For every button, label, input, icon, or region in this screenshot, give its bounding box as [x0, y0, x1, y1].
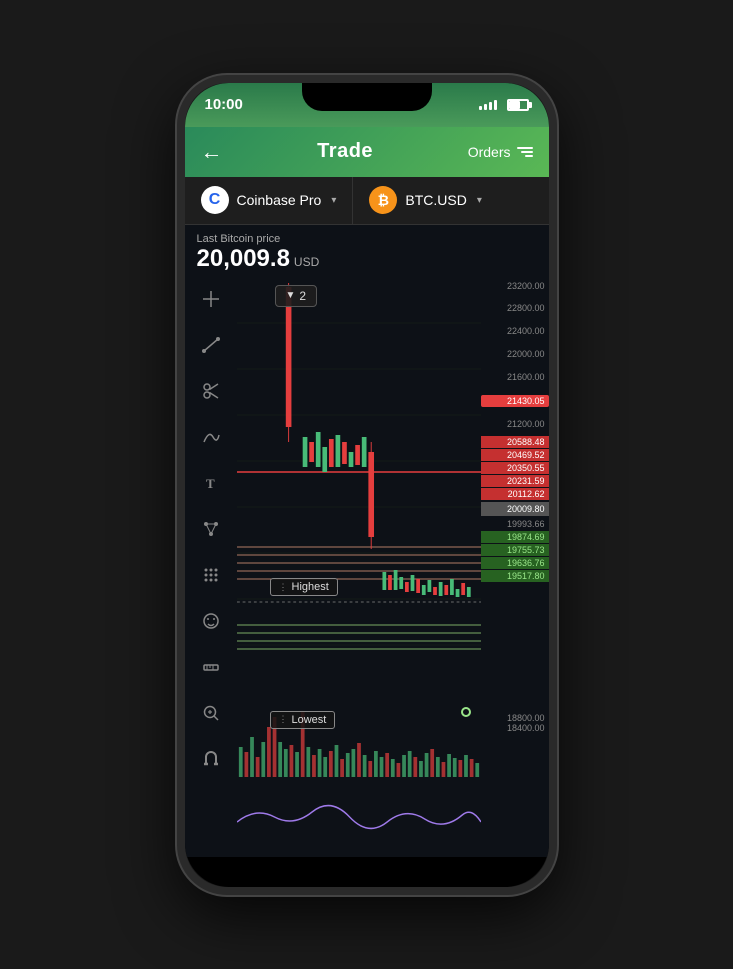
level-current: 20009.80 — [481, 502, 549, 516]
scissors-tool[interactable] — [197, 377, 225, 405]
highest-dots: ⋮ — [279, 582, 288, 593]
level-green-1: 19874.69 — [481, 531, 549, 543]
scale-22000: 22000.00 — [481, 349, 549, 359]
status-bar: 10:00 — [185, 83, 549, 127]
signal-bars — [479, 100, 497, 110]
oscillator-chart — [237, 787, 481, 857]
scale-21600: 21600.00 — [481, 372, 549, 382]
level-red-1: 20588.48 — [481, 436, 549, 448]
grid-tool[interactable] — [197, 561, 225, 589]
back-button[interactable]: ← — [201, 139, 223, 165]
exchange-name: Coinbase Pro — [237, 192, 322, 208]
page-title: Trade — [317, 140, 373, 163]
level-green-3: 19636.76 — [481, 557, 549, 569]
level-red-4: 20231.59 — [481, 475, 549, 487]
scale-21430: 21430.05 — [481, 395, 549, 407]
price-number: 20,009.8 — [197, 245, 290, 273]
orders-button[interactable]: Orders — [468, 144, 533, 160]
lowest-circle-marker — [461, 707, 471, 717]
magnet-tool[interactable] — [197, 745, 225, 773]
left-toolbar: T — [185, 277, 237, 781]
lowest-text: Lowest — [292, 714, 327, 726]
price-info: Last Bitcoin price 20,009.8 USD — [185, 225, 549, 277]
text-tool[interactable]: T — [197, 469, 225, 497]
signal-bar-2 — [484, 104, 487, 110]
phone-inner: 10:00 ← Trade Orders — [185, 83, 549, 887]
price-scale: 23200.00 22800.00 22400.00 22000.00 2160… — [481, 277, 549, 737]
level-red-2: 20469.52 — [481, 449, 549, 461]
scale-18400: 18400.00 — [481, 723, 549, 733]
exchange-bar: C Coinbase Pro ▾ ₿ BTC.USD ▾ — [185, 177, 549, 225]
zoom-tool[interactable] — [197, 699, 225, 727]
chart-svg — [237, 277, 481, 737]
indicator-chevron: ▼ — [286, 290, 296, 301]
main-content: Last Bitcoin price 20,009.8 USD — [185, 225, 549, 857]
battery-fill — [509, 101, 521, 109]
exchange-selector[interactable]: C Coinbase Pro ▾ — [185, 177, 354, 224]
highest-label[interactable]: ⋮ Highest — [270, 578, 338, 596]
price-currency: USD — [294, 255, 319, 269]
price-value: 20,009.8 USD — [197, 245, 537, 273]
header: ← Trade Orders — [185, 127, 549, 177]
exchange-dropdown-arrow: ▾ — [331, 195, 336, 206]
level-grey-1: 19993.66 — [481, 518, 549, 530]
line-tool[interactable] — [197, 331, 225, 359]
scale-21200: 21200.00 — [481, 419, 549, 429]
level-green-4: 19517.80 — [481, 570, 549, 582]
level-green-2: 19755.73 — [481, 544, 549, 556]
orders-label: Orders — [468, 144, 511, 160]
scale-23200: 23200.00 — [481, 281, 549, 291]
emoji-tool[interactable] — [197, 607, 225, 635]
coinbase-logo: C — [201, 186, 229, 214]
indicator-value: 2 — [299, 289, 306, 303]
scale-18800: 18800.00 — [481, 713, 549, 723]
notch — [302, 83, 432, 111]
node-tool[interactable] — [197, 515, 225, 543]
phone-frame: 10:00 ← Trade Orders — [177, 75, 557, 895]
highest-text: Highest — [292, 581, 329, 593]
signal-bar-3 — [489, 102, 492, 110]
signal-bar-4 — [494, 100, 497, 110]
pair-dropdown-arrow: ▾ — [477, 195, 482, 206]
level-red-5: 20112.62 — [481, 488, 549, 500]
price-label: Last Bitcoin price — [197, 233, 537, 245]
pair-selector[interactable]: ₿ BTC.USD ▾ — [353, 177, 497, 224]
status-time: 10:00 — [205, 96, 243, 113]
curve-tool[interactable] — [197, 423, 225, 451]
level-red-3: 20350.55 — [481, 462, 549, 474]
scale-22400: 22400.00 — [481, 326, 549, 336]
btc-logo: ₿ — [369, 186, 397, 214]
signal-bar-1 — [479, 106, 482, 110]
pair-name: BTC.USD — [405, 192, 466, 208]
crosshair-tool[interactable] — [197, 285, 225, 313]
scale-22800: 22800.00 — [481, 303, 549, 313]
ruler-tool[interactable] — [197, 653, 225, 681]
lowest-dots: ⋮ — [279, 714, 288, 725]
battery-icon — [507, 99, 529, 111]
lowest-label[interactable]: ⋮ Lowest — [270, 711, 336, 729]
status-icons — [479, 99, 529, 111]
orders-icon — [517, 147, 533, 157]
chart-container: T — [185, 277, 549, 857]
svg-text:T: T — [206, 476, 215, 491]
indicator-badge[interactable]: ▼ 2 — [275, 285, 318, 307]
